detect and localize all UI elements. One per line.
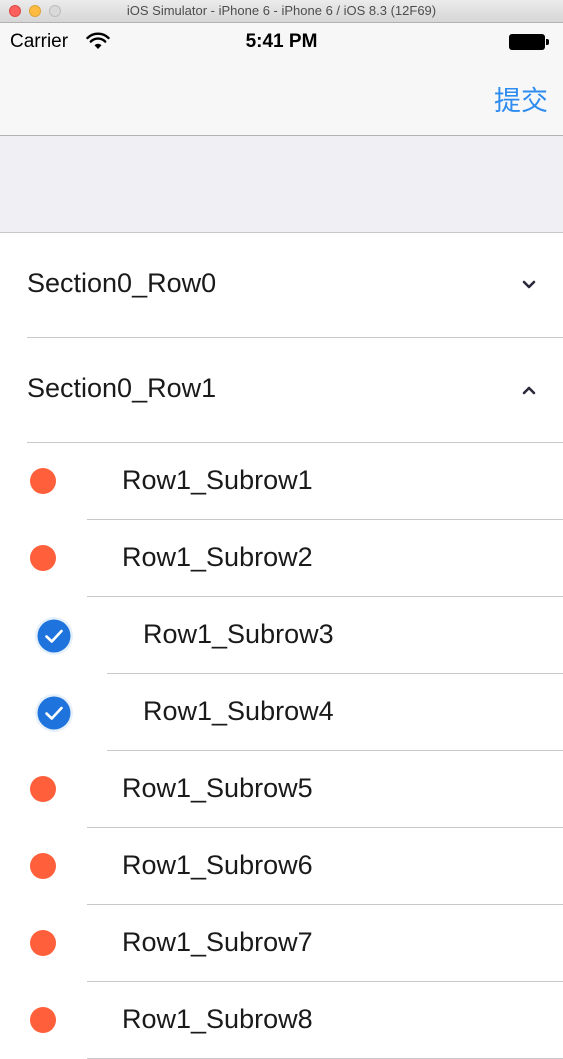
subrow-item[interactable]: Row1_Subrow2: [0, 520, 563, 597]
expandable-table: Section0_Row0 Section0_Row1 Row1_Subrow1…: [0, 233, 563, 1059]
subrow-item[interactable]: Row1_Subrow8: [0, 982, 563, 1059]
checkmark-circle-icon[interactable]: [34, 693, 74, 733]
navigation-bar: 提交: [0, 63, 563, 136]
unchecked-dot-icon[interactable]: [30, 930, 56, 956]
submit-button[interactable]: 提交: [494, 79, 548, 118]
subrow-label: Row1_Subrow4: [143, 696, 334, 726]
subrow-label: Row1_Subrow8: [122, 1004, 313, 1034]
unchecked-dot-icon[interactable]: [30, 545, 56, 571]
chevron-down-icon: [522, 280, 536, 289]
checkmark-circle-icon[interactable]: [34, 616, 74, 656]
subrow-label: Row1_Subrow6: [122, 850, 313, 880]
unchecked-dot-icon[interactable]: [30, 853, 56, 879]
chevron-up-icon: [522, 386, 536, 395]
subrow-label: Row1_Subrow7: [122, 927, 313, 957]
section-row-label: Section0_Row1: [27, 373, 217, 403]
subrow-item[interactable]: Row1_Subrow6: [0, 828, 563, 905]
section-row-label: Section0_Row0: [27, 268, 217, 298]
battery-icon: [509, 34, 545, 50]
window-title-bar: iOS Simulator - iPhone 6 - iPhone 6 / iO…: [0, 0, 563, 23]
section-row-1[interactable]: Section0_Row1: [0, 338, 563, 443]
window-title: iOS Simulator - iPhone 6 - iPhone 6 / iO…: [126, 3, 437, 18]
subrow-item[interactable]: Row1_Subrow7: [0, 905, 563, 982]
subrow-item[interactable]: Row1_Subrow5: [0, 751, 563, 828]
status-bar: Carrier 5:41 PM: [0, 23, 563, 63]
subrow-item[interactable]: Row1_Subrow3: [0, 597, 563, 674]
subrow-item[interactable]: Row1_Subrow4: [0, 674, 563, 751]
battery-tip: [546, 39, 549, 45]
subrow-label: Row1_Subrow3: [143, 619, 334, 649]
status-time: 5:41 PM: [245, 31, 318, 52]
unchecked-dot-icon[interactable]: [30, 468, 56, 494]
unchecked-dot-icon[interactable]: [30, 776, 56, 802]
subrow-label: Row1_Subrow1: [122, 465, 313, 495]
unchecked-dot-icon[interactable]: [30, 1007, 56, 1033]
subrow-label: Row1_Subrow5: [122, 773, 313, 803]
subrow-item[interactable]: Row1_Subrow1: [0, 443, 563, 520]
subrow-list: Row1_Subrow1 Row1_Subrow2 Row1_Subrow3 Row1…: [0, 443, 563, 1059]
section-row-0[interactable]: Section0_Row0: [0, 233, 563, 338]
subrow-label: Row1_Subrow2: [122, 542, 313, 572]
table-header-spacer: [0, 136, 563, 233]
